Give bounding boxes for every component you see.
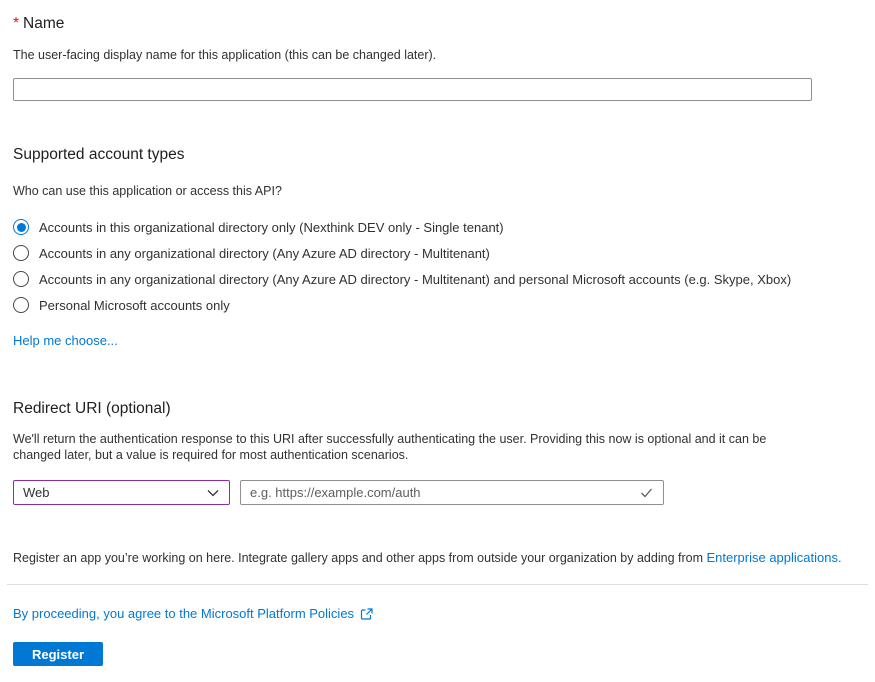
- platform-policies-link[interactable]: By proceeding, you agree to the Microsof…: [13, 606, 354, 621]
- radio-option-label: Accounts in any organizational directory…: [39, 272, 791, 287]
- help-me-choose-link[interactable]: Help me choose...: [13, 333, 118, 348]
- redirect-uri-input[interactable]: [250, 481, 639, 504]
- radio-option-multitenant[interactable]: Accounts in any organizational directory…: [13, 240, 862, 266]
- redirect-uri-input-wrap: [240, 480, 664, 505]
- radio-option-label: Accounts in any organizational directory…: [39, 246, 490, 261]
- radio-button-icon[interactable]: [13, 271, 29, 287]
- radio-button-icon[interactable]: [13, 245, 29, 261]
- redirect-uri-description: We'll return the authentication response…: [13, 431, 808, 463]
- radio-button-icon[interactable]: [13, 297, 29, 313]
- register-button[interactable]: Register: [13, 642, 103, 666]
- enterprise-applications-link[interactable]: Enterprise applications.: [706, 550, 841, 565]
- register-info-static: Register an app you’re working on here. …: [13, 551, 706, 565]
- radio-option-personal-only[interactable]: Personal Microsoft accounts only: [13, 292, 862, 318]
- external-link-icon: [360, 607, 374, 621]
- radio-button-icon[interactable]: [13, 219, 29, 235]
- name-section: *Name The user-facing display name for t…: [13, 14, 862, 101]
- supported-account-types-section: Supported account types Who can use this…: [13, 145, 862, 348]
- radio-option-multitenant-personal[interactable]: Accounts in any organizational directory…: [13, 266, 862, 292]
- valid-checkmark-icon: [639, 485, 654, 500]
- platform-select-value: Web: [23, 485, 50, 500]
- radio-option-single-tenant[interactable]: Accounts in this organizational director…: [13, 214, 862, 240]
- name-description: The user-facing display name for this ap…: [13, 47, 862, 63]
- radio-option-label: Accounts in this organizational director…: [39, 220, 504, 235]
- redirect-uri-section: Redirect URI (optional) We'll return the…: [13, 399, 862, 505]
- redirect-uri-title: Redirect URI (optional): [13, 399, 862, 419]
- account-types-question: Who can use this application or access t…: [13, 183, 862, 199]
- name-title-text: Name: [23, 15, 64, 32]
- app-registration-form: *Name The user-facing display name for t…: [0, 0, 875, 666]
- radio-option-label: Personal Microsoft accounts only: [39, 298, 230, 313]
- account-types-title: Supported account types: [13, 145, 862, 165]
- chevron-down-icon: [206, 486, 220, 500]
- name-section-title: *Name: [13, 14, 862, 34]
- required-asterisk: *: [13, 15, 19, 32]
- register-info-text: Register an app you’re working on here. …: [13, 550, 862, 565]
- platform-select[interactable]: Web: [13, 480, 230, 505]
- name-input[interactable]: [13, 78, 812, 101]
- divider: [7, 584, 868, 585]
- account-types-radio-group: Accounts in this organizational director…: [13, 214, 862, 318]
